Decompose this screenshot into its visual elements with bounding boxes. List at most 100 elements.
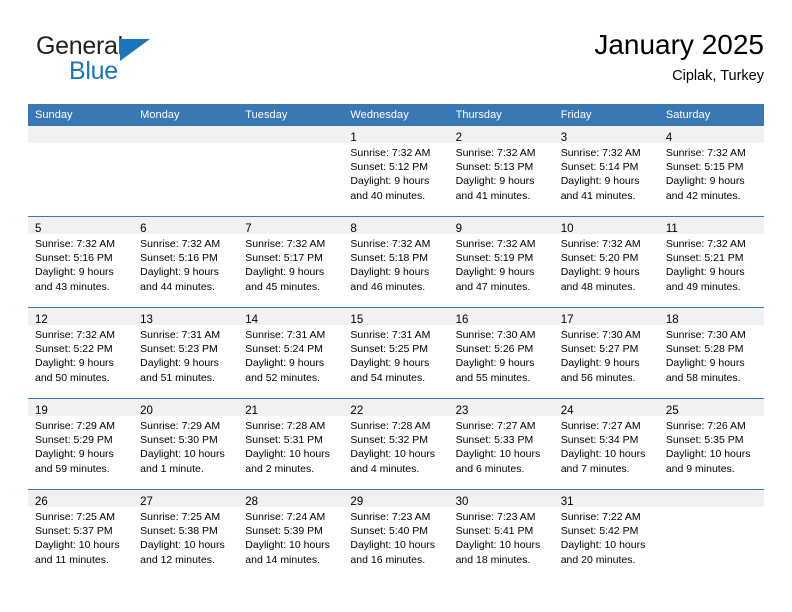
day-cell-details <box>28 143 133 146</box>
sunset-time: Sunset: 5:22 PM <box>35 343 113 356</box>
calendar-day-cell[interactable]: 28 Sunrise: 7:24 AM Sunset: 5:39 PM Dayligh… <box>238 489 344 580</box>
day-number: 26 <box>35 496 48 508</box>
calendar-day-cell[interactable]: 17 Sunrise: 7:30 AM Sunset: 5:27 PM Dayligh… <box>553 307 659 399</box>
daylight-duration-line1: Daylight: 10 hours <box>560 448 646 461</box>
calendar-day-cell[interactable]: 25 Sunrise: 7:26 AM Sunset: 5:35 PM Dayligh… <box>658 398 764 490</box>
day-number-strip: 7 <box>238 217 344 235</box>
daylight-duration-line1: Daylight: 10 hours <box>560 539 646 552</box>
calendar-day-cell[interactable]: 3 Sunrise: 7:32 AM Sunset: 5:14 PM Daylight… <box>553 126 659 217</box>
calendar-week-row: 1 Sunrise: 7:32 AM Sunset: 5:12 PM Daylight… <box>28 126 764 217</box>
calendar-day-cell-empty <box>133 126 239 217</box>
daylight-duration-line2: and 40 minutes. <box>350 189 426 202</box>
sunrise-time: Sunrise: 7:31 AM <box>245 329 326 341</box>
daylight-duration-line2: and 41 minutes. <box>455 189 531 202</box>
location-subtitle: Ciplak, Turkey <box>672 68 764 84</box>
calendar-day-cell[interactable]: 11 Sunrise: 7:32 AM Sunset: 5:21 PM Dayligh… <box>658 216 764 308</box>
day-number-strip <box>658 490 764 507</box>
sunrise-time: Sunrise: 7:23 AM <box>455 511 536 523</box>
calendar-day-cell[interactable]: 4 Sunrise: 7:32 AM Sunset: 5:15 PM Daylight… <box>658 126 764 217</box>
sunset-time: Sunset: 5:27 PM <box>560 343 639 356</box>
daylight-duration-line2: and 20 minutes. <box>560 553 636 566</box>
calendar-day-cell[interactable]: 26 Sunrise: 7:25 AM Sunset: 5:37 PM Dayligh… <box>28 489 134 580</box>
calendar-week-row: 19 Sunrise: 7:29 AM Sunset: 5:29 PM Dayligh… <box>28 398 764 490</box>
calendar-day-cell[interactable]: 31 Sunrise: 7:22 AM Sunset: 5:42 PM Dayligh… <box>553 489 659 580</box>
calendar-day-cell[interactable]: 14 Sunrise: 7:31 AM Sunset: 5:24 PM Dayligh… <box>238 307 344 399</box>
calendar-day-cell[interactable]: 30 Sunrise: 7:23 AM Sunset: 5:41 PM Dayligh… <box>448 489 554 580</box>
calendar-day-cell[interactable]: 2 Sunrise: 7:32 AM Sunset: 5:13 PM Daylight… <box>448 126 554 217</box>
calendar-day-cell[interactable]: 16 Sunrise: 7:30 AM Sunset: 5:26 PM Dayligh… <box>448 307 554 399</box>
sunrise-time: Sunrise: 7:30 AM <box>665 329 746 341</box>
calendar-day-cell[interactable]: 1 Sunrise: 7:32 AM Sunset: 5:12 PM Daylight… <box>343 126 449 217</box>
calendar-day-cell[interactable]: 19 Sunrise: 7:29 AM Sunset: 5:29 PM Dayligh… <box>28 398 134 490</box>
day-number-strip: 6 <box>133 217 239 235</box>
day-cell-details: Sunrise: 7:28 AM Sunset: 5:31 PM Daylight:… <box>238 416 343 476</box>
day-number-strip: 31 <box>553 490 659 508</box>
sunrise-time: Sunrise: 7:23 AM <box>350 511 431 523</box>
day-number: 6 <box>140 223 147 235</box>
day-number-strip: 14 <box>238 308 344 326</box>
daylight-duration-line2: and 9 minutes. <box>665 462 735 475</box>
day-cell-details <box>238 143 343 146</box>
day-number: 10 <box>560 223 574 235</box>
day-number-strip: 3 <box>553 126 659 144</box>
calendar-day-cell[interactable]: 10 Sunrise: 7:32 AM Sunset: 5:20 PM Dayligh… <box>553 216 659 308</box>
calendar-day-cell[interactable]: 29 Sunrise: 7:23 AM Sunset: 5:40 PM Dayligh… <box>343 489 449 580</box>
calendar-day-cell[interactable]: 7 Sunrise: 7:32 AM Sunset: 5:17 PM Daylight… <box>238 216 344 308</box>
day-cell-details: Sunrise: 7:23 AM Sunset: 5:41 PM Daylight:… <box>449 507 554 567</box>
day-number: 29 <box>350 496 364 508</box>
day-number: 4 <box>665 132 673 144</box>
calendar-day-cell[interactable]: 5 Sunrise: 7:32 AM Sunset: 5:16 PM Daylight… <box>28 216 134 308</box>
sunrise-time: Sunrise: 7:25 AM <box>140 511 221 523</box>
calendar-day-cell[interactable]: 18 Sunrise: 7:30 AM Sunset: 5:28 PM Dayligh… <box>658 307 764 399</box>
daylight-duration-line1: Daylight: 9 hours <box>245 357 325 370</box>
daylight-duration-line1: Daylight: 10 hours <box>665 448 751 461</box>
day-cell-details: Sunrise: 7:31 AM Sunset: 5:25 PM Daylight:… <box>343 325 448 385</box>
day-cell-details: Sunrise: 7:24 AM Sunset: 5:39 PM Daylight:… <box>238 507 343 567</box>
sunrise-time: Sunrise: 7:32 AM <box>560 147 641 159</box>
sunrise-time: Sunrise: 7:32 AM <box>140 238 221 250</box>
day-cell-details: Sunrise: 7:32 AM Sunset: 5:16 PM Daylight:… <box>133 234 238 294</box>
calendar-day-cell[interactable]: 20 Sunrise: 7:29 AM Sunset: 5:30 PM Dayligh… <box>133 398 239 490</box>
calendar-day-cell[interactable]: 8 Sunrise: 7:32 AM Sunset: 5:18 PM Daylight… <box>343 216 449 308</box>
sunrise-time: Sunrise: 7:32 AM <box>350 238 431 250</box>
calendar-day-cell[interactable]: 6 Sunrise: 7:32 AM Sunset: 5:16 PM Daylight… <box>133 216 239 308</box>
calendar-day-cell[interactable]: 22 Sunrise: 7:28 AM Sunset: 5:32 PM Dayligh… <box>343 398 449 490</box>
day-number-strip: 12 <box>28 308 134 326</box>
calendar-day-cell[interactable]: 27 Sunrise: 7:25 AM Sunset: 5:38 PM Dayligh… <box>133 489 239 580</box>
day-cell-details: Sunrise: 7:30 AM Sunset: 5:27 PM Daylight:… <box>554 325 659 385</box>
day-number: 22 <box>350 405 364 417</box>
calendar-day-cell[interactable]: 13 Sunrise: 7:31 AM Sunset: 5:23 PM Dayligh… <box>133 307 239 399</box>
calendar-day-cell[interactable]: 15 Sunrise: 7:31 AM Sunset: 5:25 PM Dayligh… <box>343 307 449 399</box>
day-cell-details: Sunrise: 7:30 AM Sunset: 5:28 PM Daylight:… <box>659 325 764 385</box>
day-number-strip: 10 <box>553 217 659 235</box>
calendar-day-cell[interactable]: 21 Sunrise: 7:28 AM Sunset: 5:31 PM Dayligh… <box>238 398 344 490</box>
day-number: 20 <box>140 405 153 417</box>
day-number: 5 <box>35 223 42 235</box>
sunrise-time: Sunrise: 7:32 AM <box>350 147 431 159</box>
day-cell-details: Sunrise: 7:32 AM Sunset: 5:20 PM Daylight:… <box>554 234 659 294</box>
weekday-header-monday: Monday <box>133 104 239 126</box>
day-number: 13 <box>140 314 153 326</box>
day-number-strip: 28 <box>238 490 344 508</box>
sunset-time: Sunset: 5:15 PM <box>665 161 744 174</box>
sunrise-time: Sunrise: 7:32 AM <box>665 238 746 250</box>
sunset-time: Sunset: 5:18 PM <box>350 252 429 265</box>
title-block: January 2025 Ciplak, Turkey <box>594 26 764 87</box>
calendar-day-cell[interactable]: 23 Sunrise: 7:27 AM Sunset: 5:33 PM Dayligh… <box>448 398 554 490</box>
daylight-duration-line2: and 49 minutes. <box>665 280 741 293</box>
sunrise-time: Sunrise: 7:32 AM <box>455 147 536 159</box>
calendar-day-cell[interactable]: 24 Sunrise: 7:27 AM Sunset: 5:34 PM Dayligh… <box>553 398 659 490</box>
daylight-duration-line2: and 18 minutes. <box>455 553 531 566</box>
calendar-day-cell[interactable]: 12 Sunrise: 7:32 AM Sunset: 5:22 PM Dayligh… <box>28 307 134 399</box>
sunset-time: Sunset: 5:24 PM <box>245 343 323 356</box>
day-number: 1 <box>350 132 357 144</box>
daylight-duration-line1: Daylight: 9 hours <box>455 357 535 370</box>
daylight-duration-line2: and 48 minutes. <box>560 280 636 293</box>
calendar-day-cell[interactable]: 9 Sunrise: 7:32 AM Sunset: 5:19 PM Daylight… <box>448 216 554 308</box>
daylight-duration-line2: and 7 minutes. <box>560 462 630 475</box>
day-number: 21 <box>245 405 259 417</box>
daylight-duration-line1: Daylight: 10 hours <box>350 448 436 461</box>
general-blue-logo[interactable]: General Blue <box>36 32 156 90</box>
sunset-time: Sunset: 5:29 PM <box>35 434 113 447</box>
day-cell-details: Sunrise: 7:25 AM Sunset: 5:38 PM Daylight:… <box>133 507 238 567</box>
